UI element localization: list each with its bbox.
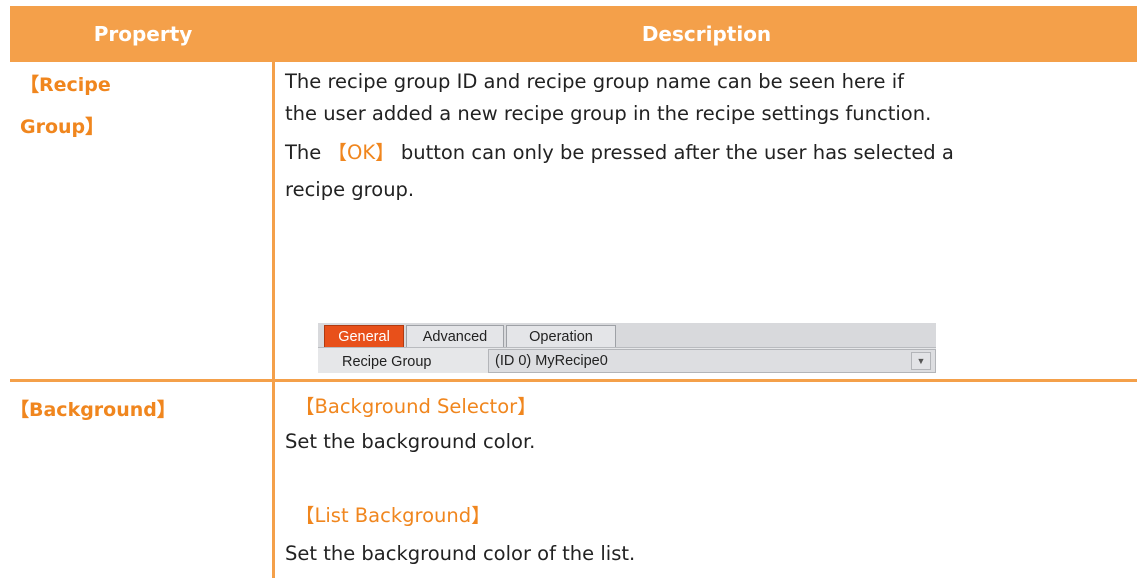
desc-line-1: The recipe group ID and recipe group nam… [285, 70, 905, 93]
header-description: Description [641, 22, 772, 46]
tab-advanced[interactable]: Advanced [406, 325, 504, 347]
property-recipe-group-line1: 【Recipe [20, 74, 111, 96]
property-recipe-group-line2: Group】 [20, 116, 105, 138]
desc-background-selector: Set the background color. [285, 430, 536, 453]
ok-keyword: 【OK】 [327, 141, 395, 164]
table-header: Property Description [10, 6, 1137, 62]
tab-operation[interactable]: Operation [506, 325, 616, 347]
recipe-group-label: Recipe Group [342, 354, 432, 370]
tab-general[interactable]: General [324, 325, 404, 347]
desc-line-3-post: button can only be pressed after the use… [400, 141, 954, 164]
property-background: 【Background】 [10, 399, 176, 421]
recipe-group-select[interactable]: (ID 0) MyRecipe0 ▼ [488, 349, 936, 373]
desc-line-3-pre: The [285, 141, 322, 164]
desc-line-2: the user added a new recipe group in the… [285, 102, 932, 125]
desc-list-background: Set the background color of the list. [285, 542, 636, 565]
settings-screenshot: General Advanced Operation Recipe Group … [318, 323, 936, 373]
desc-line-4: recipe group. [285, 178, 415, 201]
column-divider [272, 62, 275, 578]
row-divider [10, 379, 1137, 382]
recipe-group-value: (ID 0) MyRecipe0 [495, 353, 608, 369]
subhead-list-background: 【List Background】 [295, 504, 491, 527]
header-property: Property [93, 22, 193, 46]
tab-bar: General Advanced Operation [318, 323, 936, 348]
dropdown-arrow-icon[interactable]: ▼ [911, 352, 931, 370]
desc-line-3: The 【OK】 button can only be pressed afte… [285, 135, 1133, 171]
property-table: Property Description 【Recipe Group】 The … [10, 6, 1137, 578]
subhead-background-selector: 【Background Selector】 [295, 395, 537, 418]
